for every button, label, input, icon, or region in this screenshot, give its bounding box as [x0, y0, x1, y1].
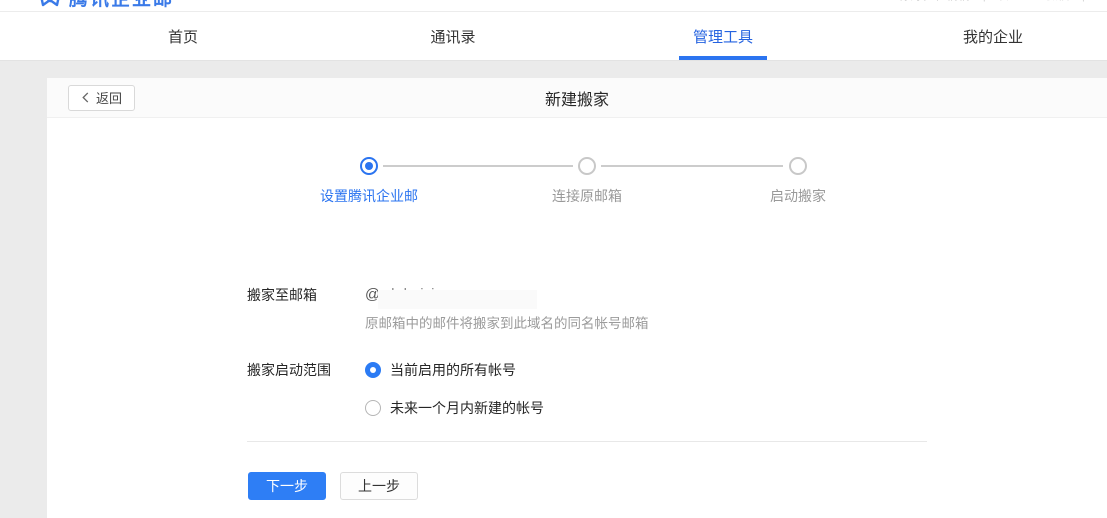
step-circle	[789, 157, 807, 175]
tab-admin-tools[interactable]: 管理工具	[588, 12, 858, 60]
mailbox-helper-text: 原邮箱中的邮件将搬家到此域名的同名帐号邮箱	[365, 314, 649, 333]
form-actions: 下一步 上一步	[248, 472, 1107, 500]
scope-row: 搬家启动范围 当前启用的所有帐号 未来一个月内新建的帐号	[247, 360, 1107, 418]
scope-options: 当前启用的所有帐号 未来一个月内新建的帐号	[365, 360, 544, 418]
mailbox-value: @wh.baiyin.com	[365, 285, 649, 305]
step-connect-original-mailbox: 连接原邮箱	[552, 157, 622, 206]
radio-option-new-accounts-next-month[interactable]: 未来一个月内新建的帐号	[365, 398, 544, 418]
separator: |	[983, 0, 986, 2]
step-circle	[578, 157, 596, 175]
active-tab-underline	[679, 56, 767, 60]
mailbox-value-block: @wh.baiyin.com 原邮箱中的邮件将搬家到此域名的同名帐号邮箱	[365, 285, 649, 333]
redacted-domain: wh.baiyin.com	[380, 285, 475, 305]
radio-option-label: 当前启用的所有帐号	[390, 360, 516, 380]
manage-wework-link[interactable]: 管理企业微信	[998, 0, 1070, 3]
logo-text: 腾讯企业邮	[69, 0, 174, 11]
form-divider	[247, 441, 927, 442]
page-title: 新建搬家	[545, 86, 609, 110]
separator: |	[1082, 0, 1085, 2]
chevron-left-icon	[81, 92, 90, 103]
step-start-migration: 启动搬家	[770, 157, 826, 206]
radio-option-label: 未来一个月内新建的帐号	[390, 398, 544, 418]
step-label: 启动搬家	[770, 186, 826, 206]
tab-label: 通讯录	[430, 26, 475, 47]
top-links: 你好，崔倩倩 | 管理企业微信 | 退出	[899, 0, 1107, 3]
radio-option-all-current-accounts[interactable]: 当前启用的所有帐号	[365, 360, 544, 380]
back-button-label: 返回	[96, 88, 122, 107]
previous-step-button[interactable]: 上一步	[340, 472, 418, 500]
card-header: 返回 新建搬家	[47, 78, 1107, 118]
scope-label: 搬家启动范围	[247, 360, 365, 418]
back-button[interactable]: 返回	[68, 85, 135, 111]
migration-stepper: 设置腾讯企业邮 连接原邮箱 启动搬家	[47, 157, 1107, 223]
radio-unselected-icon[interactable]	[365, 400, 381, 416]
tab-home[interactable]: 首页	[48, 12, 318, 60]
tab-label: 管理工具	[693, 26, 753, 47]
step-label: 设置腾讯企业邮	[320, 186, 418, 206]
greeting-text: 你好，崔倩倩	[899, 0, 971, 3]
exmail-logo-icon	[38, 0, 62, 9]
mailbox-row: 搬家至邮箱 @wh.baiyin.com 原邮箱中的邮件将搬家到此域名的同名帐号…	[247, 285, 1107, 333]
mailbox-label: 搬家至邮箱	[247, 285, 365, 333]
next-step-button[interactable]: 下一步	[248, 472, 326, 500]
tab-contacts[interactable]: 通讯录	[318, 12, 588, 60]
main-nav: 首页 通讯录 管理工具 我的企业	[0, 12, 1107, 61]
step-connector	[601, 165, 783, 167]
redaction-overlay	[378, 290, 537, 309]
step-circle-active	[360, 157, 378, 175]
top-bar: 腾讯企业邮 你好，崔倩倩 | 管理企业微信 | 退出	[0, 0, 1107, 12]
tab-label: 我的企业	[963, 26, 1023, 47]
radio-selected-icon[interactable]	[365, 362, 381, 378]
logout-link[interactable]: 退出	[1097, 0, 1107, 3]
step-label: 连接原邮箱	[552, 186, 622, 206]
page-body: 返回 新建搬家 设置腾讯企业邮 连接原邮箱 启动搬家 搬家至邮箱	[0, 61, 1107, 518]
exmail-logo[interactable]: 腾讯企业邮	[38, 0, 174, 11]
step-setup-exmail: 设置腾讯企业邮	[320, 157, 418, 206]
migration-card: 返回 新建搬家 设置腾讯企业邮 连接原邮箱 启动搬家 搬家至邮箱	[47, 78, 1107, 518]
migration-form: 搬家至邮箱 @wh.baiyin.com 原邮箱中的邮件将搬家到此域名的同名帐号…	[47, 285, 1107, 500]
tab-my-company[interactable]: 我的企业	[858, 12, 1107, 60]
tab-label: 首页	[168, 26, 198, 47]
